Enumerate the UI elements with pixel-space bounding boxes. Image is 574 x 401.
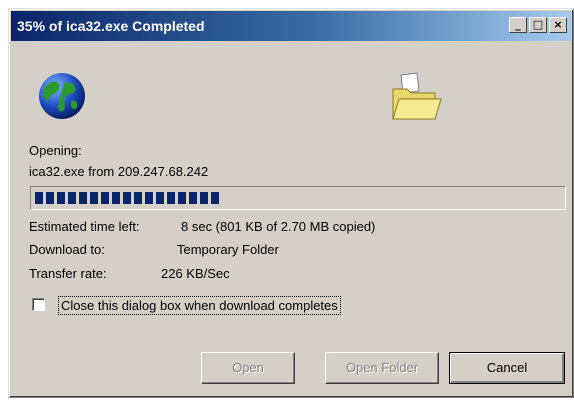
open-folder-button[interactable]: Open Folder: [325, 352, 439, 384]
opening-label: Opening:: [29, 143, 82, 158]
globe-icon: [39, 73, 85, 119]
folder-icon: [392, 72, 442, 120]
close-button[interactable]: ×: [549, 17, 567, 33]
title-bar[interactable]: 35% of ica32.exe Completed _ □ ×: [11, 11, 571, 41]
download-to-value: Temporary Folder: [177, 242, 279, 257]
open-button[interactable]: Open: [201, 352, 295, 384]
cancel-button[interactable]: Cancel: [449, 352, 565, 384]
transfer-rate-label: Transfer rate:: [29, 266, 107, 281]
close-when-done-checkbox[interactable]: [32, 298, 45, 311]
file-source-text: ica32.exe from 209.247.68.242: [29, 164, 209, 179]
minimize-button[interactable]: _: [509, 17, 527, 33]
maximize-button[interactable]: □: [529, 17, 547, 33]
download-to-label: Download to:: [29, 242, 105, 257]
progress-fill: [35, 192, 220, 204]
time-left-label: Estimated time left:: [29, 219, 140, 234]
time-left-value: 8 sec (801 KB of 2.70 MB copied): [181, 219, 376, 234]
transfer-rate-value: 226 KB/Sec: [161, 266, 230, 281]
window-title: 35% of ica32.exe Completed: [17, 18, 205, 34]
close-when-done-label[interactable]: Close this dialog box when download comp…: [58, 296, 341, 315]
download-dialog: 35% of ica32.exe Completed _ □ × Opening…: [8, 8, 574, 398]
download-progress-bar: [30, 186, 566, 210]
